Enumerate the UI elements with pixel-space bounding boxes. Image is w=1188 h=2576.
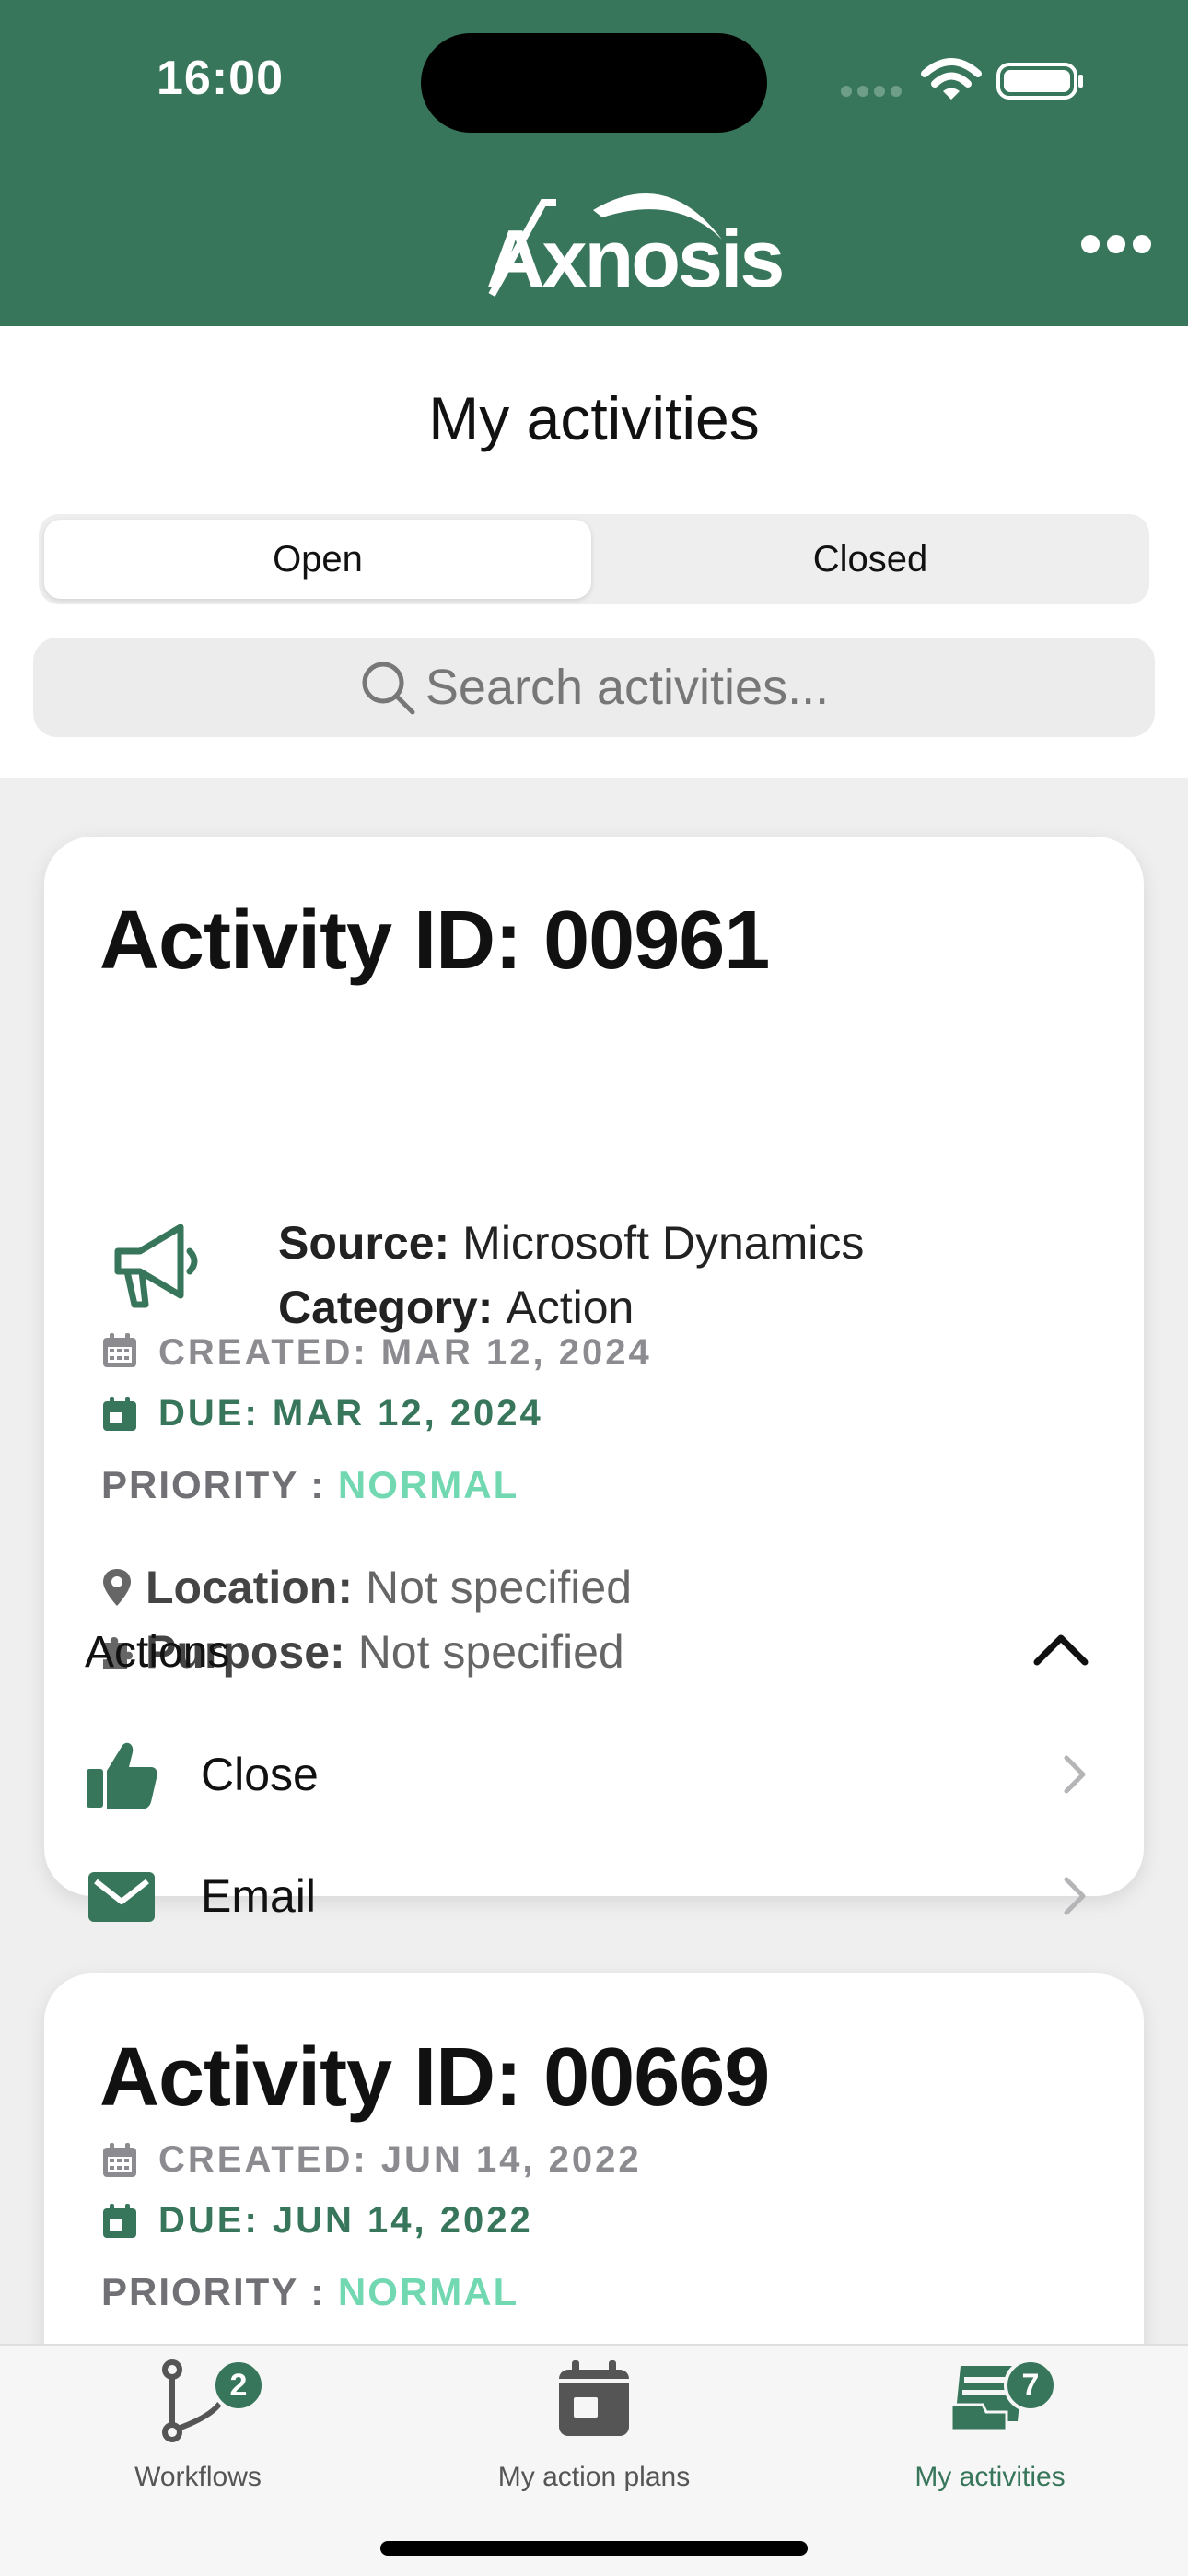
activity-id: Activity ID: 00961 xyxy=(99,895,770,987)
envelope-icon xyxy=(88,1872,155,1922)
chevron-up-icon[interactable] xyxy=(1031,1631,1090,1668)
action-email-label: Email xyxy=(201,1870,317,1922)
priority-label: PRIORITY : xyxy=(101,2270,338,2313)
tab-workflows[interactable]: 2 Workflows xyxy=(0,2346,396,2530)
home-indicator xyxy=(380,2541,808,2556)
action-close-label: Close xyxy=(201,1749,319,1800)
activity-card[interactable]: Activity ID: 00669 CREATED: JUN 14, 2022… xyxy=(44,1973,1144,2344)
battery-icon xyxy=(996,63,1083,100)
open-closed-segmented-control[interactable]: Open Closed xyxy=(39,514,1149,604)
tab-workflows-label: Workflows xyxy=(134,2462,262,2492)
calendar-due-icon xyxy=(103,2203,136,2238)
created-date-row xyxy=(101,1332,158,1369)
thumbs-up-icon xyxy=(87,1742,157,1809)
page-title: My activities xyxy=(428,384,760,452)
activity-card[interactable]: Activity ID: 00961 CREATED: MAR 12, 2024… xyxy=(44,837,1144,1922)
source-value: Microsoft Dynamics xyxy=(462,1217,865,1269)
calendar-icon xyxy=(103,1333,136,1367)
tab-my-action-plans[interactable]: My action plans xyxy=(396,2346,792,2530)
created-date-text-wrap: CREATED: MAR 12, 2024 xyxy=(158,1332,652,1374)
chevron-right-icon xyxy=(1064,1877,1086,1915)
calendar-icon xyxy=(559,2360,629,2436)
wifi-icon xyxy=(921,58,982,100)
due-date-row: DUE: JUN 14, 2022 xyxy=(101,2200,533,2242)
due-date-row: DUE: MAR 12, 2024 xyxy=(101,1393,543,1434)
segment-open[interactable]: Open xyxy=(44,520,591,599)
tab-my-activities[interactable]: 7 My activities xyxy=(792,2346,1188,2530)
dynamic-island xyxy=(421,33,767,133)
location-pin-icon xyxy=(103,1569,131,1606)
search-input[interactable]: Search activities... xyxy=(33,638,1155,737)
actions-header[interactable]: Actions xyxy=(85,1627,229,1678)
category-label: Category: xyxy=(278,1282,494,1333)
priority-label: PRIORITY : xyxy=(101,1463,338,1506)
category-value: Action xyxy=(506,1282,635,1333)
due-date: DUE: JUN 14, 2022 xyxy=(158,2200,533,2241)
priority-row: PRIORITY : NORMAL xyxy=(101,2270,518,2314)
priority-row: PRIORITY : NORMAL xyxy=(101,1463,518,1507)
location-row: Location: Not specified xyxy=(99,1561,632,1614)
category-row: Category: Action xyxy=(278,1281,634,1334)
app-header: 16:00 Axnosis xyxy=(0,0,1188,326)
location-label: Location: xyxy=(146,1562,353,1613)
cellular-signal-icon xyxy=(841,86,902,97)
purpose-value: Not specified xyxy=(357,1626,624,1678)
chevron-right-icon xyxy=(1064,1755,1086,1794)
priority-value: NORMAL xyxy=(337,1463,519,1506)
status-time: 16:00 xyxy=(157,52,284,105)
search-placeholder: Search activities... xyxy=(425,660,830,715)
source-row: Source: Microsoft Dynamics xyxy=(278,1216,864,1270)
created-date: CREATED: JUN 14, 2022 xyxy=(158,2139,642,2180)
megaphone-icon xyxy=(114,1224,198,1308)
segment-closed[interactable]: Closed xyxy=(597,520,1144,599)
action-close[interactable]: Close xyxy=(85,1728,1144,1821)
activity-id: Activity ID: 00669 xyxy=(99,2032,770,2124)
source-label: Source: xyxy=(278,1217,450,1269)
calendar-due-icon xyxy=(103,1396,136,1431)
due-date: DUE: MAR 12, 2024 xyxy=(158,1393,543,1434)
location-value: Not specified xyxy=(365,1562,633,1613)
created-date: CREATED: MAR 12, 2024 xyxy=(158,1332,652,1373)
ellipsis-icon[interactable] xyxy=(1079,230,1153,258)
search-icon xyxy=(362,662,415,715)
tab-my-activities-label: My activities xyxy=(914,2462,1066,2492)
activities-screen[interactable]: My activities Open Closed Search activit… xyxy=(0,326,1188,2344)
logo-text: Axnosis xyxy=(486,213,785,304)
tab-my-action-plans-label: My action plans xyxy=(497,2462,691,2492)
workflows-badge: 2 xyxy=(212,2359,265,2412)
created-date-row: CREATED: JUN 14, 2022 xyxy=(101,2139,642,2181)
action-email[interactable]: Email xyxy=(85,1850,1144,1942)
activities-badge: 7 xyxy=(1004,2359,1057,2412)
calendar-icon xyxy=(103,2142,136,2177)
priority-value: NORMAL xyxy=(337,2270,519,2313)
